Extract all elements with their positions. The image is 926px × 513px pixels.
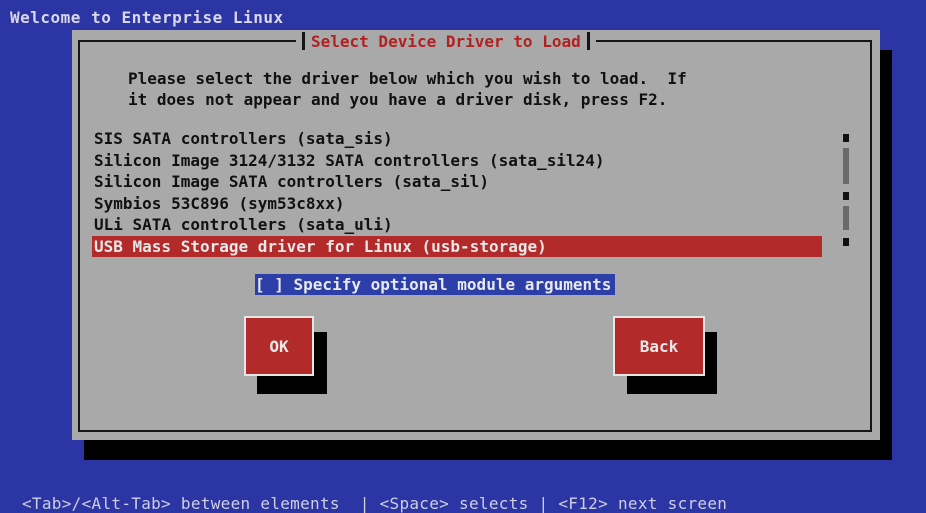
footer-hint: <Tab>/<Alt-Tab> between elements | <Spac… <box>22 494 728 513</box>
driver-item-usb-storage[interactable]: USB Mass Storage driver for Linux (usb-s… <box>92 235 822 257</box>
driver-list[interactable]: SIS SATA controllers (sata_sis) Silicon … <box>92 128 822 258</box>
driver-item-sym53c8xx[interactable]: Symbios 53C896 (sym53c8xx) <box>92 193 822 215</box>
driver-item-sata-sil24[interactable]: Silicon Image 3124/3132 SATA controllers… <box>92 150 822 172</box>
scroll-track[interactable] <box>843 206 849 230</box>
instruction-line: it does not appear and you have a driver… <box>128 90 668 109</box>
driver-item-sata-sis[interactable]: SIS SATA controllers (sata_sis) <box>92 128 822 150</box>
driver-dialog: Select Device Driver to Load Please sele… <box>72 30 880 440</box>
screen-title: Welcome to Enterprise Linux <box>10 8 284 27</box>
driver-item-sata-uli[interactable]: ULi SATA controllers (sata_uli) <box>92 214 822 236</box>
scroll-track[interactable] <box>843 148 849 184</box>
dialog-title-text: Select Device Driver to Load <box>311 31 581 51</box>
instruction-line: Please select the driver below which you… <box>128 69 687 88</box>
ok-button[interactable]: OK <box>244 316 314 376</box>
back-button[interactable]: Back <box>613 316 705 376</box>
title-bar-left <box>302 32 305 50</box>
driver-list-scrollbar[interactable] <box>842 134 850 252</box>
driver-item-sata-sil[interactable]: Silicon Image SATA controllers (sata_sil… <box>92 171 822 193</box>
scroll-up-arrow[interactable] <box>843 134 849 142</box>
scroll-thumb[interactable] <box>843 192 849 200</box>
scroll-down-arrow[interactable] <box>843 238 849 246</box>
instructions: Please select the driver below which you… <box>128 68 687 110</box>
module-arguments-checkbox[interactable]: [ ] Specify optional module arguments <box>255 274 616 295</box>
dialog-title: Select Device Driver to Load <box>296 30 596 52</box>
title-bar-right <box>586 32 590 50</box>
